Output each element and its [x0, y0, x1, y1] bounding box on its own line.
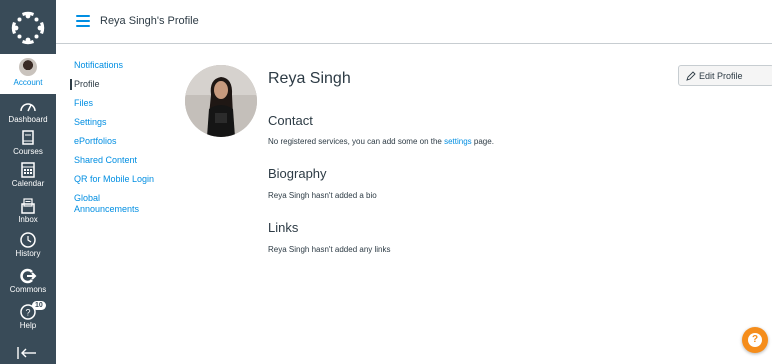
nav-courses-label: Courses [13, 147, 43, 156]
breadcrumb: Reya Singh's Profile [100, 15, 199, 27]
hamburger-menu-icon[interactable] [76, 15, 90, 27]
nav-help-label: Help [19, 321, 37, 330]
profile-nav-settings[interactable]: Settings [74, 117, 174, 128]
help-badge: 10 [32, 301, 46, 310]
nav-account-label: Account [13, 78, 43, 87]
dashboard-icon [20, 103, 36, 112]
biography-heading: Biography [268, 166, 327, 181]
profile-photo[interactable] [185, 65, 257, 137]
links-text: Reya Singh hasn't added any links [268, 245, 391, 254]
profile-nav-shared-content[interactable]: Shared Content [74, 155, 174, 166]
edit-profile-button[interactable]: Edit Profile [678, 65, 772, 86]
nav-dashboard-label: Dashboard [8, 115, 48, 124]
page-header: Reya Singh's Profile [56, 0, 772, 44]
nav-account[interactable]: Account [0, 54, 56, 94]
question-icon: ? [748, 333, 762, 347]
canvas-logo-icon[interactable] [8, 8, 48, 48]
help-button[interactable]: ? [742, 327, 768, 353]
profile-photo-image [185, 65, 257, 137]
profile-nav: Notifications Profile Files Settings ePo… [70, 60, 174, 223]
courses-icon [22, 130, 34, 145]
nav-history[interactable]: History [0, 232, 56, 259]
edit-profile-label: Edit Profile [699, 70, 743, 81]
inbox-icon [21, 198, 35, 214]
commons-icon [20, 268, 37, 284]
profile-name: Reya Singh [268, 70, 351, 87]
contact-heading: Contact [268, 113, 313, 128]
settings-link[interactable]: settings [444, 137, 472, 146]
collapse-nav-icon[interactable] [16, 346, 38, 360]
nav-history-label: History [15, 249, 41, 258]
contact-text-before: No registered services, you can add some… [268, 137, 445, 146]
avatar [19, 58, 37, 76]
history-icon [20, 232, 36, 248]
biography-text: Reya Singh hasn't added a bio [268, 191, 377, 200]
nav-inbox[interactable]: Inbox [0, 198, 56, 225]
contact-text-after: page. [471, 137, 494, 146]
profile-nav-qr-login[interactable]: QR for Mobile Login [74, 174, 174, 185]
profile-nav-files[interactable]: Files [74, 98, 174, 109]
nav-inbox-label: Inbox [18, 215, 38, 224]
calendar-icon [21, 162, 35, 178]
nav-calendar-label: Calendar [11, 179, 45, 188]
nav-courses[interactable]: Courses [0, 130, 56, 157]
profile-nav-profile[interactable]: Profile [70, 79, 174, 90]
pencil-icon [686, 70, 696, 81]
nav-help[interactable]: ? 10 Help [0, 301, 56, 331]
nav-calendar[interactable]: Calendar [0, 162, 56, 189]
nav-commons-label: Commons [9, 285, 47, 294]
profile-nav-global-announcements[interactable]: Global Announcements [74, 193, 154, 215]
nav-commons[interactable]: Commons [0, 268, 56, 295]
profile-nav-notifications[interactable]: Notifications [74, 60, 174, 71]
links-heading: Links [268, 220, 299, 235]
contact-text: No registered services, you can add some… [268, 137, 494, 146]
svg-text:?: ? [25, 308, 30, 318]
nav-dashboard[interactable]: Dashboard [0, 98, 56, 125]
profile-nav-eportfolios[interactable]: ePortfolios [74, 136, 174, 147]
global-nav: Account Dashboard Courses Calendar Inbox… [0, 0, 56, 364]
